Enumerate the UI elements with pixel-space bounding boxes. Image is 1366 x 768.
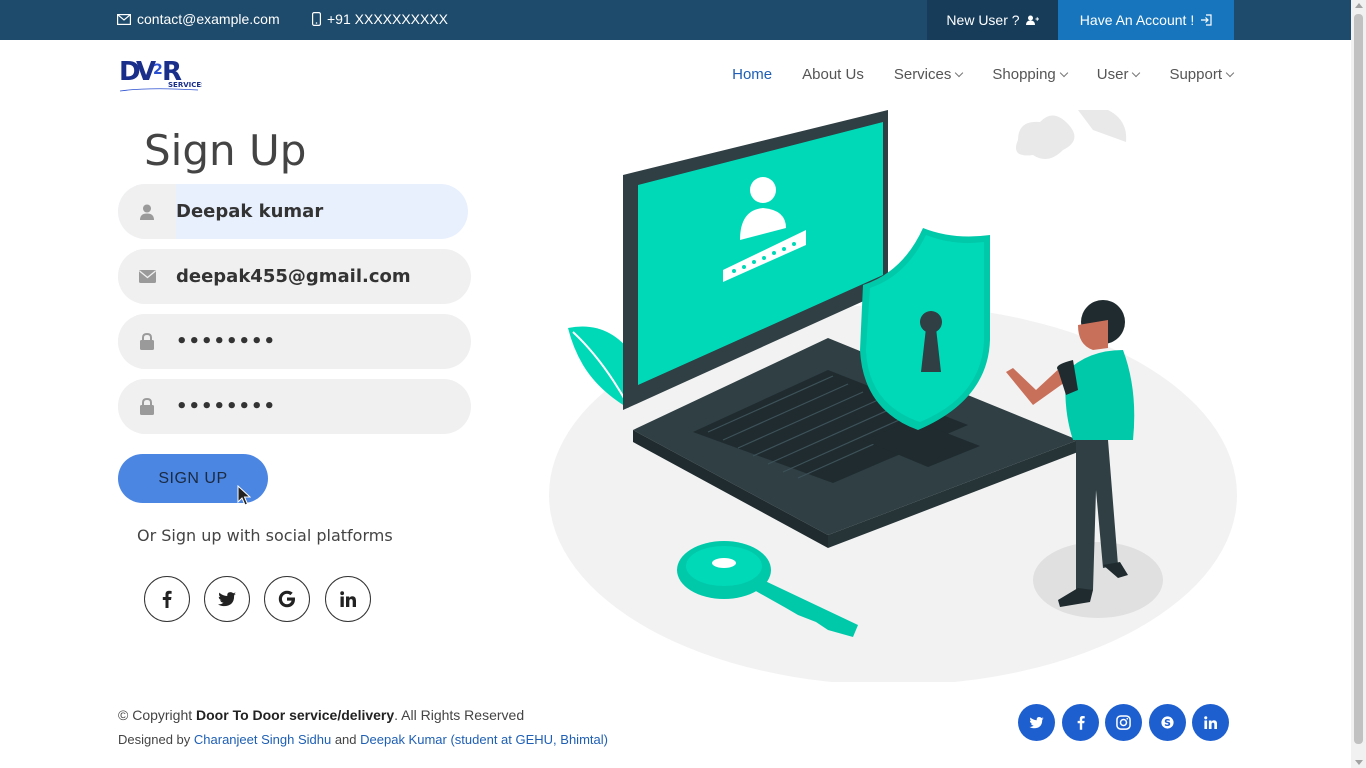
facebook-button[interactable] bbox=[144, 576, 190, 622]
chevron-down-icon bbox=[1225, 68, 1235, 77]
confirm-password-field[interactable]: •••••••• bbox=[118, 379, 471, 434]
contact-email-text: contact@example.com bbox=[137, 11, 280, 27]
chevron-down-icon bbox=[955, 68, 964, 77]
scrollbar-thumb[interactable] bbox=[1354, 14, 1363, 744]
twitter-icon bbox=[1029, 716, 1044, 728]
name-value: Deepak kumar bbox=[176, 201, 324, 222]
nav-user-label: User bbox=[1096, 66, 1129, 83]
password-field[interactable]: •••••••• bbox=[118, 314, 471, 369]
email-field[interactable]: deepak455@gmail.com bbox=[118, 249, 471, 304]
footer-instagram-button[interactable] bbox=[1105, 704, 1142, 741]
envelope-icon bbox=[117, 13, 131, 25]
nav-shopping[interactable]: Shopping bbox=[992, 66, 1069, 83]
name-field[interactable]: Deepak kumar bbox=[118, 184, 468, 239]
scroll-down-icon[interactable] bbox=[1355, 760, 1363, 765]
nav-services[interactable]: Services bbox=[893, 66, 964, 83]
contact-email[interactable]: contact@example.com bbox=[117, 11, 280, 27]
nav-services-label: Services bbox=[893, 66, 952, 83]
nav-support-label: Support bbox=[1169, 66, 1222, 83]
main-nav: Home About Us Services Shopping User Sup… bbox=[732, 66, 1235, 83]
lock-icon bbox=[118, 379, 176, 434]
copyright-brand: Door To Door service/delivery bbox=[196, 707, 395, 723]
chevron-down-icon bbox=[1132, 68, 1141, 77]
svg-text:SERVICES: SERVICES bbox=[168, 81, 202, 89]
facebook-icon bbox=[1077, 715, 1085, 730]
nav-home[interactable]: Home bbox=[732, 66, 772, 83]
google-icon bbox=[278, 590, 295, 608]
sign-in-icon bbox=[1201, 14, 1212, 26]
scroll-up-icon[interactable] bbox=[1355, 3, 1363, 8]
footer-linkedin-button[interactable] bbox=[1192, 704, 1229, 741]
credits-prefix: Designed by bbox=[118, 732, 194, 747]
footer-skype-button[interactable]: S bbox=[1149, 704, 1186, 741]
chevron-down-icon bbox=[1059, 68, 1069, 77]
copyright-suffix: . All Rights Reserved bbox=[394, 707, 525, 723]
footer-copyright: © Copyright Door To Door service/deliver… bbox=[118, 707, 524, 723]
instagram-icon bbox=[1116, 715, 1131, 730]
designer-link-1[interactable]: Charanjeet Singh Sidhu bbox=[194, 732, 331, 747]
social-signup-text: Or Sign up with social platforms bbox=[137, 526, 393, 545]
facebook-icon bbox=[162, 590, 172, 608]
top-bar: contact@example.com +91 XXXXXXXXXX New U… bbox=[0, 0, 1351, 40]
google-button[interactable] bbox=[264, 576, 310, 622]
nav-shopping-label: Shopping bbox=[992, 66, 1056, 83]
have-account-button[interactable]: Have An Account ! bbox=[1058, 0, 1234, 40]
linkedin-icon bbox=[1204, 716, 1217, 729]
lock-icon bbox=[118, 314, 176, 369]
footer-facebook-button[interactable] bbox=[1062, 704, 1099, 741]
nav-home-label: Home bbox=[732, 66, 773, 83]
svg-text:S: S bbox=[1164, 718, 1171, 729]
contact-phone[interactable]: +91 XXXXXXXXXX bbox=[312, 11, 448, 27]
page-scrollbar[interactable] bbox=[1351, 0, 1366, 768]
new-user-label: New User ? bbox=[946, 12, 1020, 28]
user-plus-icon bbox=[1025, 15, 1039, 25]
new-user-button[interactable]: New User ? bbox=[927, 0, 1058, 40]
footer-credits: Designed by Charanjeet Singh Sidhu and D… bbox=[118, 732, 608, 747]
site-logo[interactable]: D V 2 R SERVICES bbox=[118, 54, 206, 94]
have-account-label: Have An Account ! bbox=[1079, 12, 1195, 28]
user-icon bbox=[118, 184, 176, 239]
footer-twitter-button[interactable] bbox=[1018, 704, 1055, 741]
phone-icon bbox=[312, 12, 321, 26]
copyright-prefix: © Copyright bbox=[118, 707, 197, 723]
nav-about-label: About Us bbox=[802, 66, 864, 83]
twitter-icon bbox=[218, 591, 236, 606]
nav-support[interactable]: Support bbox=[1169, 66, 1235, 83]
designer-link-2[interactable]: Deepak Kumar (student at GEHU, Bhimtal) bbox=[360, 732, 608, 747]
linkedin-button[interactable] bbox=[325, 576, 371, 622]
email-value: deepak455@gmail.com bbox=[176, 266, 411, 287]
nav-user[interactable]: User bbox=[1096, 66, 1141, 83]
security-illustration bbox=[549, 110, 1237, 682]
linkedin-icon bbox=[340, 591, 356, 607]
skype-icon: S bbox=[1161, 716, 1174, 729]
credits-and: and bbox=[331, 732, 361, 747]
envelope-icon bbox=[118, 249, 176, 304]
twitter-button[interactable] bbox=[204, 576, 250, 622]
confirm-password-value: •••••••• bbox=[176, 396, 277, 417]
nav-about[interactable]: About Us bbox=[802, 66, 864, 83]
mouse-cursor-icon bbox=[237, 485, 251, 506]
password-value: •••••••• bbox=[176, 331, 277, 352]
contact-phone-text: +91 XXXXXXXXXX bbox=[327, 11, 449, 27]
page-title: Sign Up bbox=[144, 126, 307, 175]
